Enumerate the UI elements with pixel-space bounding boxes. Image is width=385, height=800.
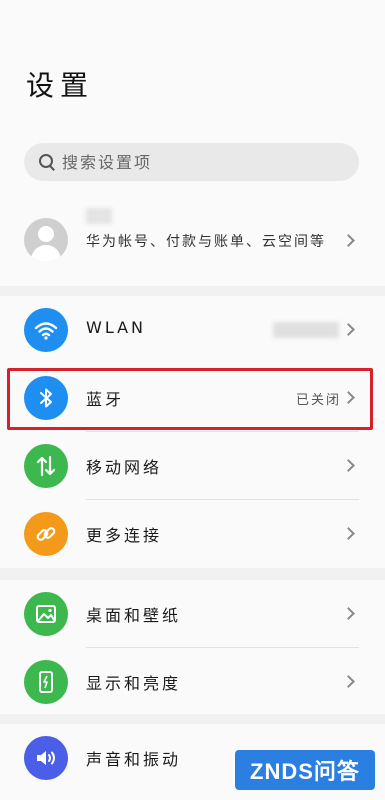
account-name-redacted: [86, 208, 112, 224]
chevron-right-icon: [342, 459, 355, 472]
settings-item-mobile-network[interactable]: 移动网络: [0, 432, 385, 500]
chevron-right-icon: [342, 323, 355, 336]
settings-item-label: 移动网络: [86, 458, 163, 477]
bluetooth-status: 已关闭: [295, 393, 341, 408]
link-icon: [24, 512, 68, 556]
volume-icon: [24, 736, 68, 780]
settings-item-label: 蓝牙: [86, 390, 125, 409]
search-input[interactable]: [62, 152, 322, 172]
avatar: [24, 218, 68, 262]
settings-item-bluetooth[interactable]: 蓝牙 已关闭: [0, 364, 385, 432]
settings-item-label: WLAN: [86, 318, 147, 337]
settings-item-label: 声音和振动: [86, 750, 182, 769]
account-description: 华为帐号、付款与账单、云空间等: [86, 234, 326, 250]
bluetooth-icon: [24, 376, 68, 420]
chevron-right-icon: [342, 607, 355, 620]
settings-item-home-wallpaper[interactable]: 桌面和壁纸: [0, 580, 385, 648]
page-title: 设置: [26, 69, 95, 102]
search-icon: [38, 153, 56, 171]
settings-item-label: 桌面和壁纸: [86, 606, 182, 625]
connectivity-group: WLAN 蓝牙 已关闭 移动网络 更多连接: [0, 296, 385, 568]
settings-item-label: 显示和亮度: [86, 674, 182, 693]
settings-item-more-connections[interactable]: 更多连接: [0, 500, 385, 568]
display-group: 桌面和壁纸 显示和亮度: [0, 580, 385, 714]
account-card[interactable]: 华为帐号、付款与账单、云空间等: [0, 200, 385, 286]
wifi-network-redacted: [273, 322, 339, 338]
chevron-right-icon: [342, 675, 355, 688]
header: 设置: [0, 0, 385, 200]
image-icon: [24, 592, 68, 636]
settings-item-display-brightness[interactable]: 显示和亮度: [0, 648, 385, 716]
chevron-right-icon: [342, 234, 355, 247]
display-icon: [24, 660, 68, 704]
mobile-data-icon: [24, 444, 68, 488]
wifi-icon: [24, 308, 68, 352]
chevron-right-icon: [342, 391, 355, 404]
search-bar[interactable]: [24, 143, 359, 181]
settings-item-wlan[interactable]: WLAN: [0, 296, 385, 364]
chevron-right-icon: [342, 527, 355, 540]
watermark-logo: ZNDS问答: [235, 750, 375, 790]
settings-item-label: 更多连接: [86, 526, 163, 545]
